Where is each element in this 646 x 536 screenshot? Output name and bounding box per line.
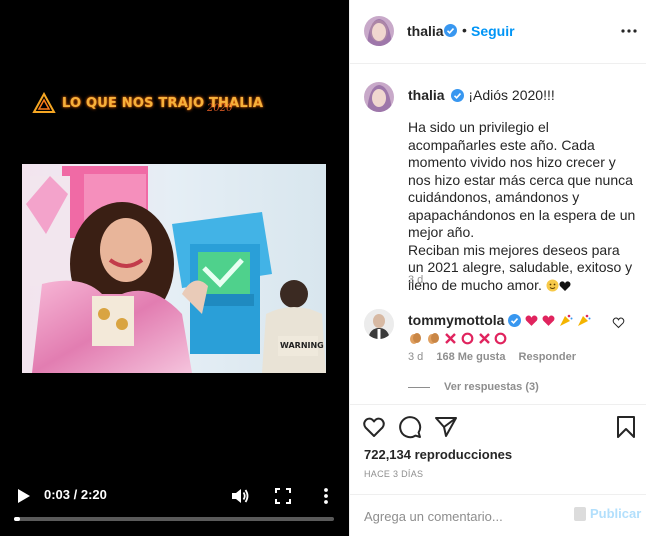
caption-headline-row: thalia ¡Adiós 2020!!! <box>408 87 555 103</box>
post-side-panel: thalia • Seguir thalia ¡Adiós 2020!!! Ha… <box>349 0 646 536</box>
volume-icon[interactable] <box>230 486 250 506</box>
comment-like-heart-icon[interactable] <box>612 316 625 329</box>
post-age[interactable]: HACE 3 DÍAS <box>364 469 423 479</box>
post-actions: 722,134 reproducciones HACE 3 DÍAS <box>350 404 646 494</box>
emoji-picker-icon[interactable] <box>574 506 586 521</box>
hollow-circle-icon <box>461 332 474 345</box>
svg-text:WARNING: WARNING <box>280 341 324 350</box>
comment-likes-count[interactable]: 168 Me gusta <box>436 351 505 363</box>
caption-body: Ha sido un privilegio el acompañarles es… <box>408 119 636 294</box>
comment-emoji-line-1 <box>525 312 591 328</box>
comment-reply-button[interactable]: Responder <box>519 351 576 363</box>
replies-divider-line <box>408 386 430 388</box>
post-caption-area: thalia ¡Adiós 2020!!! Ha sido un privile… <box>350 64 646 404</box>
video-time: 0:03 / 2:20 <box>44 487 107 502</box>
video-progress-fill <box>14 517 20 521</box>
video-frame-image: WARNING <box>22 164 326 373</box>
comment-emoji-line-2 <box>408 330 507 346</box>
post-header: thalia • Seguir <box>350 0 646 64</box>
verified-icon <box>444 24 457 37</box>
comment-composer: Publicar <box>350 494 646 536</box>
verified-icon <box>508 314 522 327</box>
more-horizontal-icon[interactable] <box>620 22 638 40</box>
caption-headline: ¡Adiós 2020!!! <box>468 87 555 103</box>
party-face-emoji-icon <box>546 279 559 291</box>
overlay-subtitle: 2020 <box>207 103 233 114</box>
party-popper-icon <box>577 314 591 326</box>
triangle-logo-icon <box>32 92 56 113</box>
video-player[interactable]: LO QUE NOS TRAJO THALIA 2020 WARNING 0:0… <box>0 0 349 536</box>
caption-username[interactable]: thalia <box>408 87 445 103</box>
overlay-title-text: LO QUE NOS TRAJO THALIA <box>62 95 264 111</box>
caption-timestamp[interactable]: 3 d <box>408 274 423 286</box>
comment-body: tommymottola <box>408 311 608 347</box>
view-replies-label: Ver respuestas (3) <box>444 381 539 393</box>
publish-button[interactable]: Publicar <box>590 506 641 521</box>
post-viewer: LO QUE NOS TRAJO THALIA 2020 WARNING 0:0… <box>0 0 646 536</box>
avatar[interactable] <box>364 16 394 46</box>
video-frame: WARNING <box>22 164 326 373</box>
party-popper-icon <box>560 314 573 326</box>
cross-mark-icon <box>478 333 490 344</box>
publish-area: Publicar <box>574 506 641 521</box>
red-heart-icon <box>542 315 555 326</box>
header-username[interactable]: thalia <box>407 23 444 39</box>
fullscreen-icon[interactable] <box>274 487 292 505</box>
comment-input[interactable] <box>364 507 574 525</box>
view-replies-button[interactable]: Ver respuestas (3) <box>408 381 539 393</box>
header-separator: • <box>462 22 467 38</box>
red-heart-icon <box>525 315 538 326</box>
play-count[interactable]: 722,134 reproducciones <box>364 447 512 462</box>
share-icon[interactable] <box>434 415 458 439</box>
clapping-hands-icon <box>427 333 439 344</box>
comment-icon[interactable] <box>398 415 422 439</box>
bookmark-icon[interactable] <box>614 415 638 439</box>
video-progress-bar[interactable] <box>14 517 334 521</box>
hollow-circle-icon <box>495 332 507 345</box>
caption-body-text: Ha sido un privilegio el acompañarles es… <box>408 119 636 293</box>
comment-meta: 3 d 168 Me gusta Responder <box>408 351 586 363</box>
heart-icon[interactable] <box>362 415 386 439</box>
verified-icon <box>451 89 465 102</box>
black-heart-icon <box>559 280 571 291</box>
follow-button[interactable]: Seguir <box>471 23 515 39</box>
comment-avatar[interactable] <box>364 309 394 339</box>
cross-mark-icon <box>444 333 456 344</box>
video-controls: 0:03 / 2:20 <box>0 478 349 518</box>
comment-username[interactable]: tommymottola <box>408 312 504 328</box>
comment-timestamp[interactable]: 3 d <box>408 351 423 363</box>
caption-avatar[interactable] <box>364 82 394 112</box>
more-vertical-icon[interactable] <box>316 486 336 506</box>
clapping-hands-icon <box>410 333 421 344</box>
play-icon[interactable] <box>14 487 32 505</box>
